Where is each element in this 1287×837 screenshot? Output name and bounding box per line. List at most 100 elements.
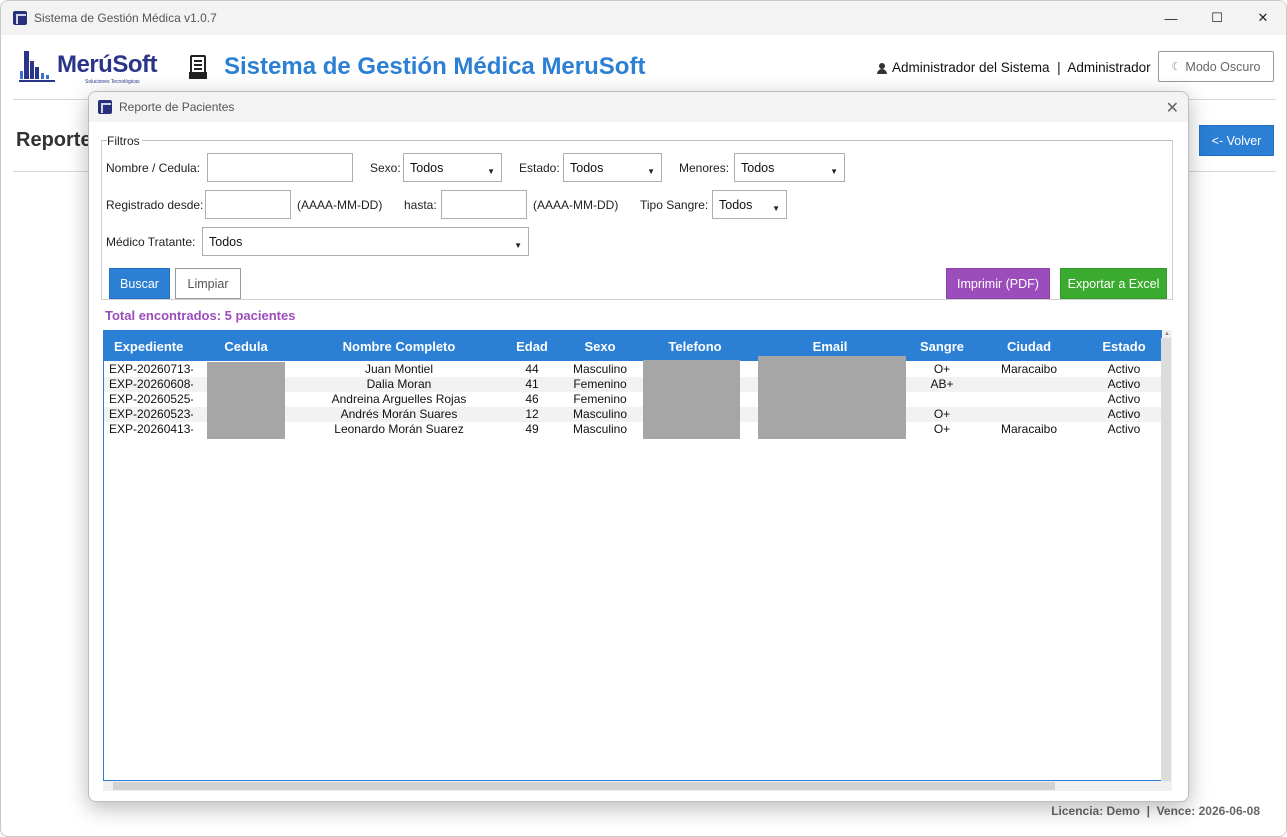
license-status: Licencia: Demo | Vence: 2026-06-08 (1051, 804, 1260, 818)
hasta-label: hasta: (404, 198, 437, 212)
medico-value: Todos (209, 234, 243, 249)
chevron-down-icon: ▼ (772, 204, 780, 213)
chevron-down-icon: ▼ (487, 167, 495, 176)
col-edad[interactable]: Edad (502, 339, 562, 354)
cell-nombre: Juan Montiel (364, 362, 434, 376)
cell-estado: Activo (1107, 422, 1141, 436)
estado-select[interactable]: Todos ▼ (563, 153, 662, 182)
tipo-sangre-label: Tipo Sangre: (640, 198, 709, 212)
cell-nombre: Dalia Moran (366, 377, 432, 391)
close-window-button[interactable]: ✕ (1240, 1, 1286, 35)
col-telefono[interactable]: Telefono (646, 339, 744, 354)
chevron-down-icon: ▼ (830, 167, 838, 176)
dialog-close-button[interactable]: ✕ (1166, 98, 1179, 118)
cell-edad: 46 (525, 392, 539, 406)
cell-expediente: EXP-20260608-0 (109, 377, 193, 391)
cell-estado: Activo (1107, 392, 1141, 406)
col-ciudad[interactable]: Ciudad (990, 339, 1068, 354)
col-sexo[interactable]: Sexo (565, 339, 635, 354)
table-header: Expediente Cedula Nombre Completo Edad S… (104, 331, 1161, 361)
maximize-button[interactable]: ☐ (1194, 1, 1240, 35)
scroll-up-icon[interactable]: ▲ (1164, 331, 1170, 337)
desde-format-hint: (AAAA-MM-DD) (297, 198, 383, 212)
cell-sexo: Masculino (572, 362, 628, 376)
col-nombre[interactable]: Nombre Completo (304, 339, 494, 354)
desde-label: Registrado desde: (106, 198, 204, 212)
cell-estado: Activo (1107, 407, 1141, 421)
chevron-down-icon: ▼ (647, 167, 655, 176)
medical-record-icon (189, 55, 207, 79)
imprimir-pdf-button[interactable]: Imprimir (PDF) (946, 268, 1050, 299)
hasta-format-hint: (AAAA-MM-DD) (533, 198, 619, 212)
col-expediente[interactable]: Expediente (114, 339, 194, 354)
cell-expediente: EXP-20260713-0 (109, 362, 193, 376)
user-text: Administrador del Sistema | Administrado… (892, 59, 1151, 75)
medico-label: Médico Tratante: (106, 235, 196, 249)
dark-mode-button[interactable]: ☾ Modo Oscuro (1158, 51, 1274, 82)
chevron-down-icon: ▼ (514, 241, 522, 250)
patients-table[interactable]: Expediente Cedula Nombre Completo Edad S… (103, 330, 1162, 781)
col-email[interactable]: Email (758, 339, 902, 354)
cell-expediente: EXP-20260523-0 (109, 407, 193, 421)
col-cedula[interactable]: Cedula (206, 339, 286, 354)
logo-brand-text: MerúSoft (57, 51, 158, 78)
registrado-desde-input[interactable] (205, 190, 291, 219)
redacted-email (758, 356, 906, 439)
cell-sangre: O+ (933, 422, 951, 436)
app-title: Sistema de Gestión Médica MeruSoft (224, 53, 646, 80)
exportar-excel-button[interactable]: Exportar a Excel (1060, 268, 1167, 299)
dialog-titlebar: Reporte de Pacientes ✕ (89, 92, 1188, 122)
user-icon (877, 63, 887, 75)
redacted-cedula (207, 362, 285, 439)
sexo-select[interactable]: Todos ▼ (403, 153, 502, 182)
limpiar-button[interactable]: Limpiar (175, 268, 241, 299)
vertical-scroll-thumb[interactable] (1161, 338, 1171, 782)
app-icon (13, 11, 27, 25)
cell-edad: 41 (525, 377, 539, 391)
cell-sexo: Masculino (572, 422, 628, 436)
nombre-label: Nombre / Cedula: (106, 161, 201, 175)
window-titlebar: Sistema de Gestión Médica v1.0.7 — ☐ ✕ (1, 1, 1286, 35)
logo-tagline: Soluciones Tecnológicas (85, 79, 140, 85)
nombre-cedula-input[interactable] (207, 153, 353, 182)
menores-value: Todos (741, 160, 775, 175)
cell-sangre: O+ (933, 407, 951, 421)
merusoft-logo: MerúSoft Soluciones Tecnológicas (19, 49, 167, 87)
cell-sangre: AB+ (930, 377, 954, 391)
col-sangre[interactable]: Sangre (910, 339, 974, 354)
moon-icon: ☾ (1171, 61, 1182, 73)
buscar-button[interactable]: Buscar (109, 268, 170, 299)
horizontal-scroll-thumb[interactable] (113, 782, 1055, 790)
cell-sangre: O+ (933, 362, 951, 376)
cell-estado: Activo (1107, 362, 1141, 376)
cell-estado: Activo (1107, 377, 1141, 391)
registrado-hasta-input[interactable] (441, 190, 527, 219)
estado-value: Todos (570, 160, 604, 175)
minimize-button[interactable]: — (1148, 1, 1194, 35)
menores-label: Menores: (679, 161, 730, 175)
tipo-sangre-value: Todos (719, 197, 753, 212)
total-results: Total encontrados: 5 pacientes (105, 308, 296, 323)
cell-sexo: Femenino (573, 392, 627, 406)
estado-label: Estado: (519, 161, 560, 175)
user-info: Administrador del Sistema | Administrado… (877, 59, 1151, 75)
cell-edad: 49 (525, 422, 539, 436)
medico-tratante-select[interactable]: Todos ▼ (202, 227, 529, 256)
tipo-sangre-select[interactable]: Todos ▼ (712, 190, 787, 219)
cell-edad: 12 (525, 407, 539, 421)
dark-mode-label: Modo Oscuro (1185, 59, 1261, 74)
dialog-title: Reporte de Pacientes (119, 100, 235, 114)
cell-expediente: EXP-20260413-0 (109, 422, 193, 436)
window-title: Sistema de Gestión Médica v1.0.7 (34, 11, 217, 25)
menores-select[interactable]: Todos ▼ (734, 153, 845, 182)
filters-legend: Filtros (107, 134, 142, 148)
cell-nombre: Leonardo Morán Suarez (334, 422, 464, 436)
redacted-telefono (643, 360, 740, 439)
page-title: Reporte (16, 129, 92, 151)
cell-ciudad: Maracaibo (1000, 362, 1058, 376)
cell-sexo: Masculino (572, 407, 628, 421)
cell-expediente: EXP-20260525-0 (109, 392, 193, 406)
col-estado[interactable]: Estado (1089, 339, 1159, 354)
back-button[interactable]: <- Volver (1199, 125, 1274, 156)
cell-nombre: Andreina Arguelles Rojas (331, 392, 467, 406)
